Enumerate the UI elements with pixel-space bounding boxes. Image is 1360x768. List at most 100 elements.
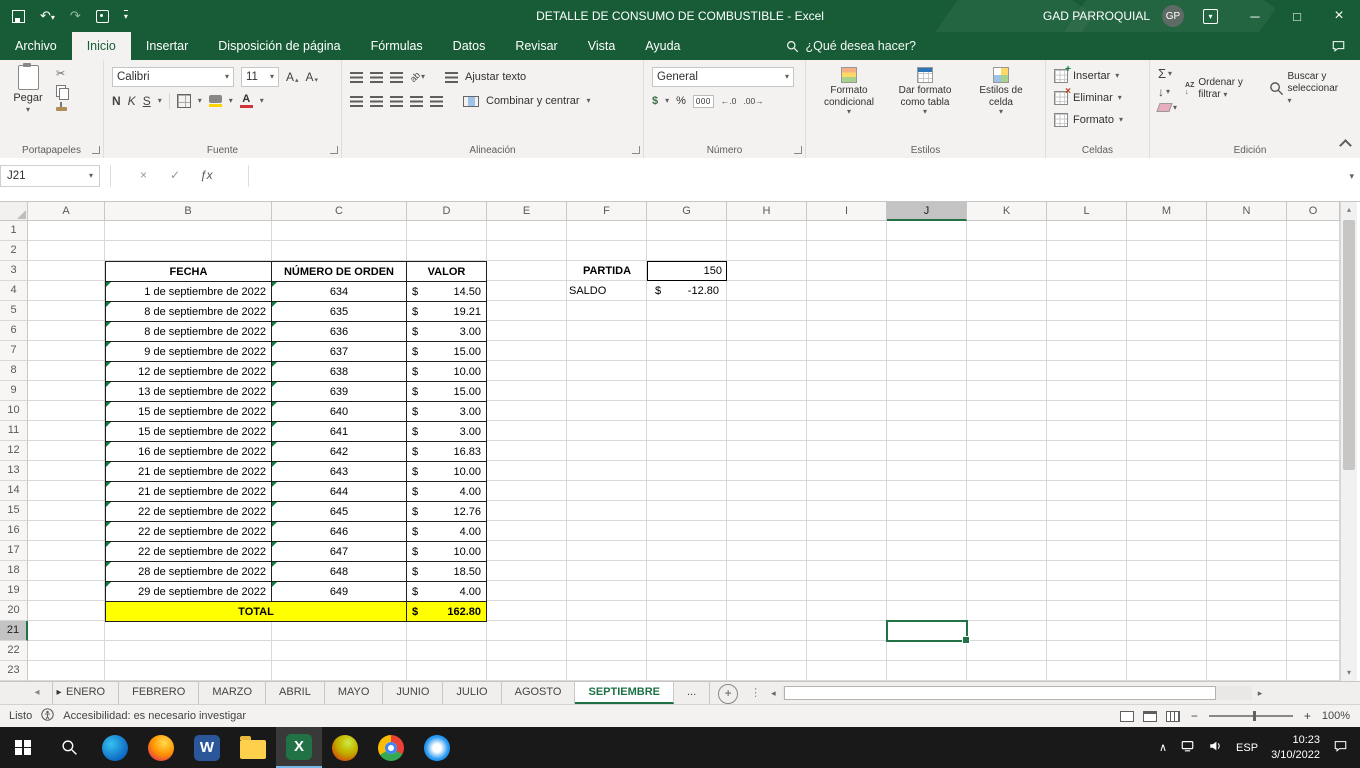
italic-button[interactable]: K (128, 94, 136, 108)
fecha-cell[interactable]: 1 de septiembre de 2022 (106, 282, 272, 302)
font-size-select[interactable]: 11▾ (241, 67, 279, 87)
undo-icon[interactable]: ↶▾ (40, 8, 55, 24)
ribbon-tab[interactable]: Revisar (500, 32, 572, 60)
valor-cell[interactable]: $3.00 (407, 402, 487, 422)
row-header-cell[interactable]: 9 (0, 381, 28, 401)
maximize-button[interactable]: □ (1276, 0, 1318, 32)
total-label-cell[interactable]: TOTAL (106, 602, 407, 622)
horizontal-scrollbar[interactable] (782, 686, 1252, 700)
table-row[interactable]: 15 de septiembre de 2022 641 $3.00 (106, 422, 487, 442)
accessibility-status[interactable]: Accesibilidad: es necesario investigar (63, 710, 246, 722)
redo-icon[interactable]: ↷ (70, 8, 81, 24)
fecha-cell[interactable]: 13 de septiembre de 2022 (106, 382, 272, 402)
fecha-cell[interactable]: 12 de septiembre de 2022 (106, 362, 272, 382)
column-header-cell[interactable]: I (807, 202, 887, 221)
align-left-icon[interactable] (350, 96, 363, 107)
row-header-cell[interactable]: 10 (0, 401, 28, 421)
firefox-icon[interactable] (138, 727, 184, 768)
fecha-cell[interactable]: 21 de septiembre de 2022 (106, 482, 272, 502)
sheet-tab[interactable]: FEBRERO (119, 682, 199, 704)
table-row[interactable]: 1 de septiembre de 2022 634 $14.50 (106, 282, 487, 302)
row-header-cell[interactable]: 22 (0, 641, 28, 661)
customize-toolbar-icon[interactable]: ▾ (124, 10, 128, 22)
fecha-cell[interactable]: 22 de septiembre de 2022 (106, 522, 272, 542)
fecha-cell[interactable]: 21 de septiembre de 2022 (106, 462, 272, 482)
orden-cell[interactable]: 642 (272, 442, 407, 462)
row-header-cell[interactable]: 15 (0, 501, 28, 521)
row-header-cell[interactable]: 23 (0, 661, 28, 681)
align-bottom-icon[interactable] (390, 72, 403, 83)
sheet-tab[interactable]: JULIO (443, 682, 501, 704)
sheet-tab[interactable]: JUNIO (383, 682, 443, 704)
column-header-cell[interactable]: K (967, 202, 1047, 221)
orden-cell[interactable]: 643 (272, 462, 407, 482)
ribbon-tab[interactable]: Disposición de página (203, 32, 355, 60)
ribbon-tab[interactable]: Inicio (72, 32, 131, 60)
file-explorer-icon[interactable] (230, 727, 276, 768)
zoom-out-button[interactable]: − (1189, 709, 1200, 723)
increase-decimal-icon[interactable]: ←.0 (721, 96, 737, 106)
orden-cell[interactable]: 634 (272, 282, 407, 302)
row-header-cell[interactable]: 1 (0, 221, 28, 241)
valor-cell[interactable]: $4.00 (407, 482, 487, 502)
action-center-icon[interactable] (1333, 739, 1348, 756)
orden-cell[interactable]: 635 (272, 302, 407, 322)
decrease-font-icon[interactable]: A▾ (306, 70, 319, 84)
partida-label-cell[interactable]: PARTIDA (567, 261, 647, 281)
format-as-table-button[interactable]: Dar formato como tabla▾ (890, 67, 960, 116)
valor-cell[interactable]: $10.00 (407, 462, 487, 482)
fecha-cell[interactable]: 16 de septiembre de 2022 (106, 442, 272, 462)
column-header-cell[interactable]: J (887, 202, 967, 221)
table-row[interactable]: 29 de septiembre de 2022 649 $4.00 (106, 582, 487, 602)
column-header-cell[interactable]: H (727, 202, 807, 221)
column-header-cell[interactable]: F (567, 202, 647, 221)
row-header-cell[interactable]: 21 (0, 621, 28, 641)
ribbon-tab[interactable]: Fórmulas (356, 32, 438, 60)
decrease-decimal-icon[interactable]: .00→ (743, 96, 763, 106)
orden-cell[interactable]: 644 (272, 482, 407, 502)
column-header-cell[interactable]: M (1127, 202, 1207, 221)
row-header-cell[interactable]: 13 (0, 461, 28, 481)
fill-color-icon[interactable] (209, 95, 222, 107)
fill-handle[interactable] (962, 636, 970, 644)
cancel-icon[interactable]: × (140, 168, 147, 182)
edge-icon[interactable] (92, 727, 138, 768)
header-valor[interactable]: VALOR (407, 262, 487, 282)
minimize-button[interactable]: ─ (1234, 0, 1276, 32)
bold-button[interactable]: N (112, 94, 121, 108)
fecha-cell[interactable]: 15 de septiembre de 2022 (106, 422, 272, 442)
table-row[interactable]: 28 de septiembre de 2022 648 $18.50 (106, 562, 487, 582)
clock[interactable]: 10:23 3/10/2022 (1271, 733, 1320, 763)
valor-cell[interactable]: $4.00 (407, 582, 487, 602)
paste-button[interactable]: Pegar▾ (8, 65, 48, 114)
taskbar-search-button[interactable] (46, 727, 92, 768)
valor-cell[interactable]: $10.00 (407, 542, 487, 562)
sheet-tab-overflow[interactable]: ... (674, 682, 710, 704)
header-orden[interactable]: NÚMERO DE ORDEN (272, 262, 407, 282)
column-header-cell[interactable]: A (28, 202, 105, 221)
row-header-cell[interactable]: 5 (0, 301, 28, 321)
prev-sheet-button[interactable]: ◂ (26, 682, 48, 704)
align-top-icon[interactable] (350, 72, 363, 83)
excel-icon[interactable]: X (276, 727, 322, 768)
table-row[interactable]: 22 de septiembre de 2022 645 $12.76 (106, 502, 487, 522)
scroll-up-arrow[interactable]: ▴ (1341, 202, 1357, 218)
fecha-cell[interactable]: 8 de septiembre de 2022 (106, 322, 272, 342)
zoom-slider[interactable] (1209, 715, 1293, 717)
row-header-cell[interactable]: 19 (0, 581, 28, 601)
ribbon-tab[interactable]: Insertar (131, 32, 203, 60)
row-header-cell[interactable]: 16 (0, 521, 28, 541)
fecha-cell[interactable]: 29 de septiembre de 2022 (106, 582, 272, 602)
table-row[interactable]: 8 de septiembre de 2022 635 $19.21 (106, 302, 487, 322)
valor-cell[interactable]: $15.00 (407, 342, 487, 362)
formula-input[interactable] (248, 165, 1336, 187)
row-header-cell[interactable]: 2 (0, 241, 28, 261)
format-painter-icon[interactable] (56, 107, 67, 111)
add-sheet-button[interactable]: + (718, 684, 738, 704)
vertical-scrollbar-thumb[interactable] (1343, 220, 1355, 470)
column-header-cell[interactable]: L (1047, 202, 1127, 221)
column-header-cell[interactable]: C (272, 202, 407, 221)
close-button[interactable]: × (1318, 0, 1360, 32)
valor-cell[interactable]: $4.00 (407, 522, 487, 542)
volume-icon[interactable] (1208, 739, 1223, 756)
